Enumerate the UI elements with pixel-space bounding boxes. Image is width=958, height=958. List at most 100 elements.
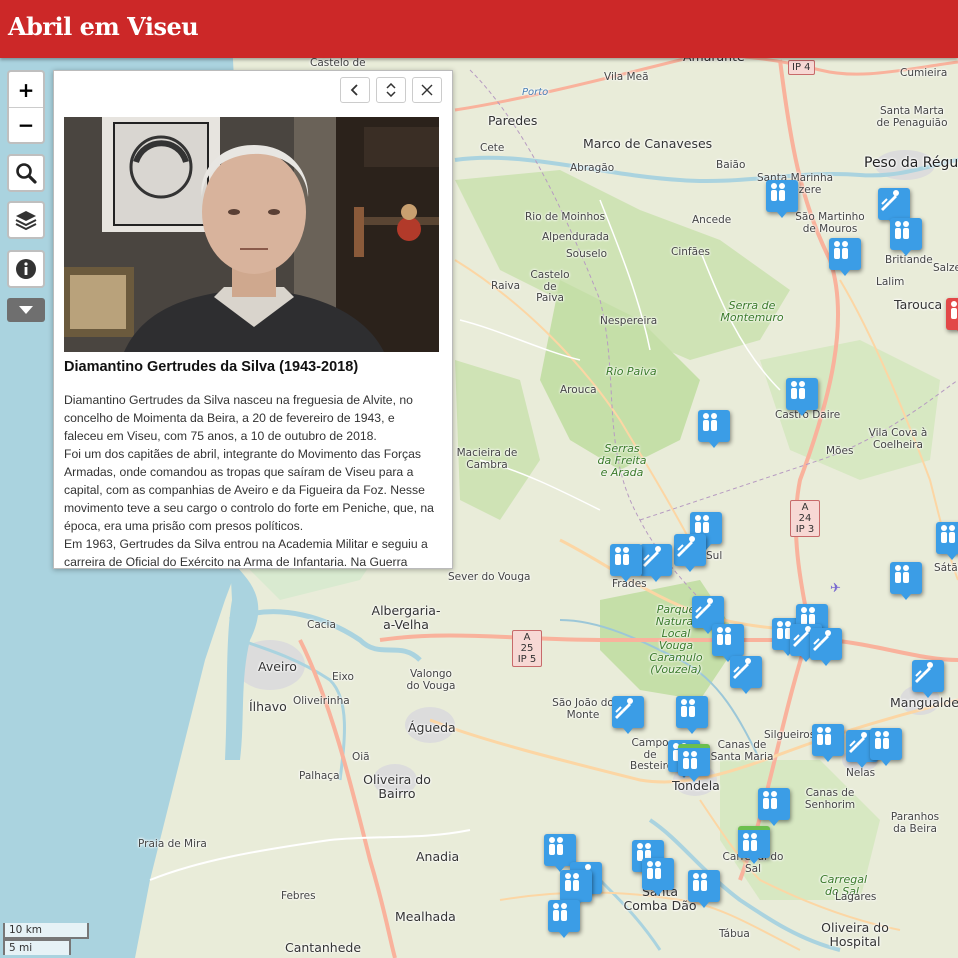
- place-label: Britiande: [885, 254, 933, 266]
- soldier-icon: [912, 660, 944, 698]
- map-marker-people[interactable]: [812, 724, 844, 762]
- people-icon: [678, 744, 710, 782]
- place-label: Cantanhede: [285, 940, 362, 955]
- place-label: São Martinho de Mouros: [795, 211, 865, 235]
- place-label: Albergaria-a-Velha: [371, 603, 441, 632]
- map-marker-soldier[interactable]: [912, 660, 944, 698]
- chevron-left-icon: [350, 84, 358, 96]
- people-icon: [812, 724, 844, 762]
- place-label: Oliveira do Bairro: [363, 772, 431, 801]
- map-marker-soldier[interactable]: [612, 696, 644, 734]
- place-label: Santa Marta de Penaguião: [876, 105, 948, 129]
- info-button[interactable]: [7, 250, 45, 288]
- map-marker-soldier[interactable]: [730, 656, 762, 694]
- map-marker-people[interactable]: [698, 410, 730, 448]
- people-icon: [758, 788, 790, 826]
- place-label: Vila Cova à Coelheira: [868, 427, 928, 451]
- soldier-icon: [730, 656, 762, 694]
- place-label: Castelo de Paiva: [530, 269, 570, 305]
- soldier-icon: [612, 696, 644, 734]
- people-icon: [560, 870, 592, 908]
- zoom-in-button[interactable]: +: [9, 72, 43, 107]
- people-icon: [676, 696, 708, 734]
- place-label: Cumieira: [900, 67, 948, 79]
- place-label: Cete: [480, 142, 505, 154]
- layers-button[interactable]: [7, 201, 45, 239]
- people-icon: [829, 238, 861, 276]
- info-popup: Diamantino Gertrudes da Silva (1943-2018…: [53, 70, 453, 569]
- place-label: Serras da Freita e Arada: [597, 442, 647, 480]
- people-icon: [766, 180, 798, 218]
- app-title: Abril em Viseu: [8, 12, 199, 41]
- place-label: Baião: [716, 159, 746, 171]
- map-marker-people[interactable]: [936, 522, 958, 560]
- close-button[interactable]: [412, 77, 442, 103]
- place-label: Rio Paiva: [606, 365, 657, 378]
- place-label: Cacia: [307, 619, 336, 631]
- place-label: Tarouca: [894, 297, 943, 312]
- road-shield: A 25 IP 5: [512, 630, 542, 667]
- people-icon: [698, 410, 730, 448]
- popup-body: Diamantino Gertrudes da Silva nasceu na …: [64, 391, 434, 569]
- map-marker-people[interactable]: [890, 562, 922, 600]
- map-marker-people[interactable]: [766, 180, 798, 218]
- soldier-icon: [640, 544, 672, 582]
- map-marker-people[interactable]: [676, 696, 708, 734]
- map-marker-people[interactable]: [678, 744, 710, 782]
- scale-metric: 10 km: [3, 923, 89, 939]
- map-marker-soldier[interactable]: [640, 544, 672, 582]
- place-label: Campo de Besteiros: [630, 737, 679, 773]
- popup-toolbar: [340, 77, 442, 103]
- place-label: Sátão: [934, 562, 958, 574]
- map-marker-people[interactable]: [890, 218, 922, 256]
- layers-icon: [15, 211, 37, 231]
- expand-button[interactable]: [376, 77, 406, 103]
- place-label: Paranhos da Beira: [890, 811, 940, 835]
- caret-down-icon: [19, 306, 33, 314]
- road-shield: IP 4: [788, 60, 815, 75]
- place-label: São João do Monte: [552, 697, 614, 721]
- place-label: Mangualde: [890, 695, 958, 710]
- place-label: Tábua: [719, 928, 750, 940]
- place-label: Águeda: [408, 720, 456, 735]
- map-marker-people[interactable]: [786, 378, 818, 416]
- map-marker-people[interactable]: [829, 238, 861, 276]
- map-marker-people[interactable]: [758, 788, 790, 826]
- map-marker-soldier[interactable]: [674, 534, 706, 572]
- place-label: Valongo do Vouga: [406, 668, 456, 692]
- place-label: Castelo de: [310, 57, 366, 69]
- place-label: Serra de Montemuro: [720, 299, 784, 325]
- search-button[interactable]: [7, 154, 45, 192]
- people-icon: [890, 562, 922, 600]
- place-label: Oiã: [352, 751, 370, 763]
- toggle-panel-button[interactable]: [7, 298, 45, 322]
- people-icon: [890, 218, 922, 256]
- people-icon: [786, 378, 818, 416]
- map-marker-people[interactable]: [610, 544, 642, 582]
- map-marker-people[interactable]: [738, 826, 770, 864]
- soldier-icon: [878, 188, 910, 226]
- app-header: Abril em Viseu: [0, 0, 958, 58]
- map-marker-people[interactable]: [688, 870, 720, 908]
- place-label: Sul: [706, 550, 723, 562]
- map-marker-soldier[interactable]: [810, 628, 842, 666]
- info-icon: [16, 259, 36, 279]
- map-marker-people[interactable]: [946, 298, 958, 336]
- place-label: Vila Meã: [604, 71, 649, 83]
- popup-paragraph: Em 1963, Gertrudes da Silva entrou na Ac…: [64, 537, 428, 569]
- popup-paragraph: Foi um dos capitães de abril, integrante…: [64, 447, 434, 533]
- place-label: Peso da Régua: [864, 155, 958, 171]
- place-label: Oliveira do Hospital: [821, 920, 889, 949]
- place-label: Ílhavo: [249, 699, 287, 714]
- place-label: Ancede: [692, 214, 732, 226]
- scale-bar: 10 km 5 mi: [3, 923, 89, 955]
- map-marker-people[interactable]: [548, 900, 580, 938]
- zoom-out-button[interactable]: −: [9, 107, 43, 142]
- place-label: Oliveirinha: [293, 695, 350, 707]
- map-marker-people[interactable]: [642, 858, 674, 896]
- people-icon: [548, 900, 580, 938]
- place-label: Canas de Senhorim: [804, 787, 856, 811]
- svg-text:✈: ✈: [830, 581, 841, 596]
- map-marker-people[interactable]: [870, 728, 902, 766]
- previous-button[interactable]: [340, 77, 370, 103]
